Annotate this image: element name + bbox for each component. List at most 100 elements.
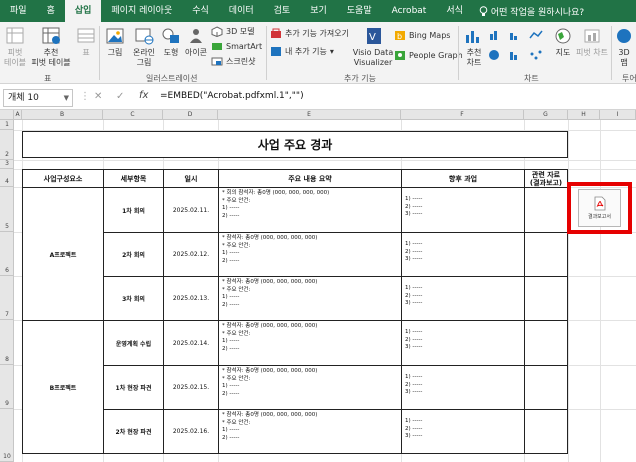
item-date[interactable]: 2025.02.15. [163, 365, 219, 410]
item-related-docs[interactable] [524, 320, 568, 366]
header-component[interactable]: 사업구성요소 [22, 169, 104, 188]
row-header-4[interactable]: 4 [0, 169, 14, 187]
get-addins-button[interactable]: 추가 기능 가져오기 [270, 28, 349, 39]
row-header-3[interactable]: 3 [0, 160, 14, 169]
select-all-corner[interactable] [0, 110, 14, 120]
column-header-h[interactable]: H [568, 110, 600, 120]
item-future-tasks[interactable]: 1) ----- 2) ----- 3) ----- [401, 187, 525, 233]
row-header-1[interactable]: 1 [0, 120, 14, 130]
column-header-i[interactable]: I [600, 110, 636, 120]
summary-line: 2) ----- [222, 390, 240, 397]
column-header-g[interactable]: G [524, 110, 568, 120]
tab-help[interactable]: 도움말 [337, 0, 382, 22]
smartart-button[interactable]: SmartArt [211, 41, 262, 52]
column-header-c[interactable]: C [103, 110, 163, 120]
pivot-table-button[interactable]: 피벗 테이블 [2, 26, 28, 68]
project-b-cell[interactable]: B프로젝트 [22, 320, 104, 454]
item-summary[interactable]: * 회의 참석자: 총0명 (000, 000, 000, 000) * 주요 … [218, 187, 402, 233]
tell-me-box[interactable]: 어떤 작업을 원하시나요? [479, 5, 584, 18]
tab-home[interactable]: 홈 [37, 0, 65, 22]
header-future-tasks[interactable]: 향후 과업 [401, 169, 525, 188]
enter-check-icon[interactable]: ✓ [116, 91, 124, 102]
item-date[interactable]: 2025.02.16. [163, 409, 219, 454]
column-header-e[interactable]: E [218, 110, 401, 120]
cancel-icon[interactable]: ✕ [94, 91, 102, 102]
column-header-b[interactable]: B [22, 110, 103, 120]
my-addins-button[interactable]: 내 추가 기능 ▾ [270, 46, 334, 57]
pivot-chart-button[interactable]: 피벗 차트 [575, 26, 609, 58]
tab-insert[interactable]: 삽입 [64, 0, 102, 22]
maps-button[interactable]: 지도 [553, 26, 573, 58]
row-header-9[interactable]: 9 [0, 365, 14, 409]
item-name[interactable]: 운영계획 수립 [103, 320, 164, 366]
sheet-title[interactable]: 사업 주요 경과 [22, 131, 568, 158]
header-summary[interactable]: 주요 내용 요약 [218, 169, 402, 188]
tab-view[interactable]: 보기 [300, 0, 337, 22]
bing-maps-button[interactable]: b Bing Maps [394, 30, 450, 41]
recommended-charts-button[interactable]: 추천 차트 [462, 26, 486, 68]
row-header-10[interactable]: 10 [0, 409, 14, 462]
item-name[interactable]: 1차 회의 [103, 187, 164, 233]
tab-formulas[interactable]: 수식 [182, 0, 219, 22]
column-header-a[interactable]: A [14, 110, 22, 120]
icons-button[interactable]: 아이콘 [183, 26, 209, 58]
column-header-f[interactable]: F [401, 110, 524, 120]
item-related-docs[interactable] [524, 187, 568, 233]
item-related-docs[interactable] [524, 276, 568, 321]
name-box[interactable]: 개체 10 ▼ [3, 89, 73, 107]
item-related-docs[interactable] [524, 409, 568, 454]
row-header-8[interactable]: 8 [0, 320, 14, 365]
formula-input[interactable]: =EMBED("Acrobat.pdfxml.1","") [160, 91, 304, 101]
row-header-6[interactable]: 6 [0, 232, 14, 276]
item-future-tasks[interactable]: 1) ----- 2) ----- 3) ----- [401, 365, 525, 410]
tab-acrobat[interactable]: Acrobat [382, 0, 437, 22]
item-summary[interactable]: * 참석자: 총0명 (000, 000, 000, 000) * 주요 안건:… [218, 320, 402, 366]
column-header-d[interactable]: D [163, 110, 218, 120]
row-header-5[interactable]: 5 [0, 187, 14, 232]
tab-data[interactable]: 데이터 [219, 0, 264, 22]
row-header-7[interactable]: 7 [0, 276, 14, 320]
screenshot-button[interactable]: 스크린샷 [211, 56, 255, 67]
3d-models-button[interactable]: 3D 모델 [211, 26, 255, 37]
item-summary[interactable]: * 참석자: 총0명 (000, 000, 000, 000) * 주요 안건:… [218, 409, 402, 454]
item-date[interactable]: 2025.02.14. [163, 320, 219, 366]
pictures-button[interactable]: 그림 [102, 26, 128, 58]
item-date[interactable]: 2025.02.11. [163, 187, 219, 233]
tab-file[interactable]: 파일 [0, 0, 37, 22]
item-related-docs[interactable] [524, 232, 568, 277]
item-name[interactable]: 2차 현장 파견 [103, 409, 164, 454]
recommended-pivot-button[interactable]: 추천 피벗 테이블 [28, 26, 74, 68]
table-button[interactable]: 표 [76, 26, 96, 58]
item-date[interactable]: 2025.02.13. [163, 276, 219, 321]
item-name[interactable]: 2차 회의 [103, 232, 164, 277]
header-related-docs[interactable]: 관련 자료 (결과보고) [524, 169, 568, 188]
3d-map-button[interactable]: 3D 맵 [614, 26, 634, 68]
item-summary[interactable]: * 참석자: 총0명 (000, 000, 000, 000) * 주요 안건:… [218, 232, 402, 277]
item-summary[interactable]: * 참석자: 총0명 (000, 000, 000, 000) * 주요 안건:… [218, 276, 402, 321]
tab-review[interactable]: 검토 [264, 0, 301, 22]
item-name[interactable]: 1차 현장 파견 [103, 365, 164, 410]
item-future-tasks[interactable]: 1) ----- 2) ----- 3) ----- [401, 320, 525, 366]
item-related-docs[interactable] [524, 365, 568, 410]
embedded-pdf-object[interactable]: 결과보고서 [578, 189, 621, 227]
item-summary[interactable]: * 참석자: 총0명 (000, 000, 000, 000) * 주요 안건:… [218, 365, 402, 410]
project-a-cell[interactable]: A프로젝트 [22, 187, 104, 321]
tab-format[interactable]: 서식 [436, 0, 473, 22]
visio-data-visualizer-button[interactable]: V Visio Data Visualizer [352, 26, 394, 68]
people-graph-button[interactable]: People Graph [394, 50, 463, 61]
item-future-tasks[interactable]: 1) ----- 2) ----- 3) ----- [401, 409, 525, 454]
item-date[interactable]: 2025.02.12. [163, 232, 219, 277]
chart-type-gallery[interactable] [488, 28, 550, 68]
insert-function-icon[interactable]: fx [139, 90, 148, 101]
item-future-tasks[interactable]: 1) ----- 2) ----- 3) ----- [401, 232, 525, 277]
item-future-tasks[interactable]: 1) ----- 2) ----- 3) ----- [401, 276, 525, 321]
item-name[interactable]: 3차 회의 [103, 276, 164, 321]
tab-page-layout[interactable]: 페이지 레이아웃 [101, 0, 182, 22]
header-detail[interactable]: 세부항목 [103, 169, 164, 188]
online-pictures-button[interactable]: 온라인 그림 [129, 26, 159, 68]
chevron-down-icon[interactable]: ▼ [64, 90, 69, 106]
shapes-button[interactable]: 도형 [160, 26, 182, 58]
worksheet-grid[interactable]: A B C D E F G H I 1 2 3 4 5 6 7 8 9 10 사… [0, 110, 636, 462]
header-date[interactable]: 일시 [163, 169, 219, 188]
row-header-2[interactable]: 2 [0, 130, 14, 160]
